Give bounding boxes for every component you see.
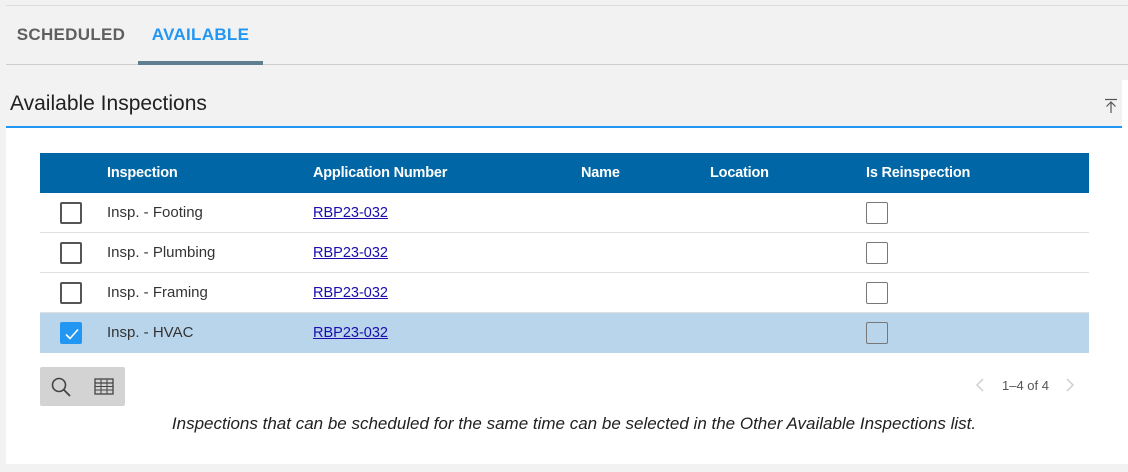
- row-select-checkbox[interactable]: [60, 202, 82, 224]
- column-header-location[interactable]: Location: [710, 153, 769, 193]
- is-reinspection-checkbox[interactable]: [866, 202, 888, 224]
- chevron-left-icon[interactable]: [974, 377, 986, 393]
- is-reinspection-checkbox[interactable]: [866, 322, 888, 344]
- row-select-checkbox-checked[interactable]: [60, 322, 82, 344]
- row-select-checkbox[interactable]: [60, 282, 82, 304]
- search-button[interactable]: [40, 367, 82, 406]
- inspections-grid: Inspection Application Number Name Locat…: [40, 153, 1089, 353]
- table-row[interactable]: Insp. - Footing RBP23-032: [40, 193, 1089, 233]
- inspection-cell: Insp. - HVAC: [107, 324, 194, 341]
- tab-scheduled[interactable]: SCHEDULED: [6, 6, 136, 64]
- available-inspections-panel: Available Inspections Inspection Applica…: [6, 80, 1128, 464]
- table-row[interactable]: Insp. - Plumbing RBP23-032: [40, 233, 1089, 273]
- application-number-link[interactable]: RBP23-032: [313, 233, 388, 273]
- table-row[interactable]: Insp. - Framing RBP23-032: [40, 273, 1089, 313]
- row-select-checkbox[interactable]: [60, 242, 82, 264]
- grid-toolbar: [40, 367, 125, 406]
- panel-title: Available Inspections: [10, 92, 207, 115]
- column-header-is-reinspection[interactable]: Is Reinspection: [866, 153, 970, 193]
- checkmark-icon: [65, 328, 79, 340]
- search-icon: [51, 377, 71, 397]
- chevron-right-icon[interactable]: [1064, 377, 1076, 393]
- column-header-name[interactable]: Name: [581, 153, 620, 193]
- column-header-application-number[interactable]: Application Number: [313, 153, 447, 193]
- collapse-up-icon[interactable]: [1104, 98, 1118, 114]
- grid-header: Inspection Application Number Name Locat…: [40, 153, 1089, 193]
- columns-button[interactable]: [83, 367, 125, 406]
- application-number-link[interactable]: RBP23-032: [313, 313, 388, 353]
- tab-available[interactable]: AVAILABLE: [138, 6, 263, 65]
- application-number-link[interactable]: RBP23-032: [313, 273, 388, 313]
- inspection-cell: Insp. - Framing: [107, 284, 208, 301]
- is-reinspection-checkbox[interactable]: [866, 282, 888, 304]
- info-note: Inspections that can be scheduled for th…: [171, 414, 977, 433]
- is-reinspection-checkbox[interactable]: [866, 242, 888, 264]
- pager-range-text: 1–4 of 4: [1002, 378, 1049, 393]
- column-header-inspection[interactable]: Inspection: [107, 153, 178, 193]
- panel-header: Available Inspections: [6, 80, 1122, 128]
- inspection-cell: Insp. - Footing: [107, 204, 203, 221]
- tab-bar: SCHEDULED AVAILABLE: [6, 5, 1128, 65]
- inspection-cell: Insp. - Plumbing: [107, 244, 216, 261]
- table-columns-icon: [94, 378, 114, 395]
- table-row-selected[interactable]: Insp. - HVAC RBP23-032: [40, 313, 1089, 353]
- application-number-link[interactable]: RBP23-032: [313, 193, 388, 233]
